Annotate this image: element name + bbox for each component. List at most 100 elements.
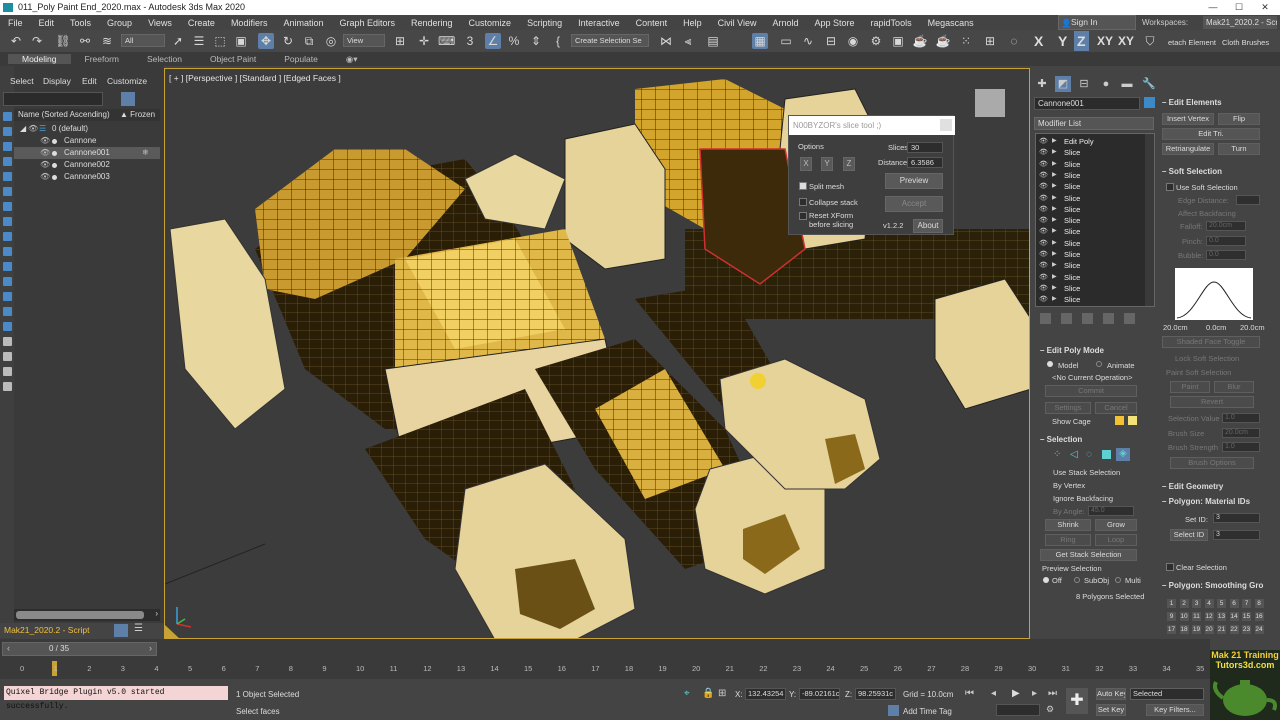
slice-tool-title-bar[interactable]: N00BYZOR's slice tool ;) bbox=[789, 116, 955, 135]
flip-button[interactable]: Flip bbox=[1218, 113, 1260, 125]
cancel-button[interactable]: Cancel bbox=[1095, 402, 1137, 414]
percent-snap-icon[interactable]: % bbox=[506, 33, 522, 49]
smoothing-group-button[interactable]: 6 bbox=[1229, 599, 1239, 608]
use-stack-selection-label[interactable]: Use Stack Selection bbox=[1053, 468, 1120, 477]
menu-graph-editors[interactable]: Graph Editors bbox=[331, 18, 403, 28]
eye-icon[interactable]: 👁 bbox=[40, 171, 50, 183]
ribbon-options-icon[interactable]: ◉▾ bbox=[332, 54, 372, 65]
minimize-icon[interactable]: — bbox=[1200, 0, 1226, 15]
smoothing-group-button[interactable]: 9 bbox=[1167, 612, 1176, 621]
menu-arnold[interactable]: Arnold bbox=[765, 18, 807, 28]
column-frozen-header[interactable]: ▲ Frozen bbox=[120, 109, 155, 121]
expand-arrow-icon[interactable]: ▶ bbox=[1052, 170, 1057, 181]
angle-snap-icon[interactable]: ∠ bbox=[485, 33, 501, 49]
turn-button[interactable]: Turn bbox=[1218, 143, 1260, 155]
accept-button[interactable]: Accept bbox=[885, 196, 943, 212]
add-time-tag[interactable]: Add Time Tag bbox=[903, 707, 952, 716]
tab-modeling[interactable]: Modeling bbox=[8, 54, 71, 64]
undo-icon[interactable]: ↶ bbox=[8, 33, 24, 49]
modifier-stack-item[interactable]: 👁 ▶ Slice bbox=[1036, 249, 1146, 260]
edge-mode-icon[interactable]: ◁ bbox=[1070, 449, 1078, 460]
shrink-button[interactable]: Shrink bbox=[1045, 519, 1091, 531]
explorer-settings-icon[interactable] bbox=[3, 337, 12, 346]
modifier-stack-item[interactable]: 👁 ▶ Edit Poly bbox=[1036, 136, 1146, 147]
set-id-spinner[interactable]: 3 bbox=[1213, 513, 1260, 523]
explorer-shape-icon[interactable] bbox=[3, 217, 12, 226]
border-mode-icon[interactable]: ◌ bbox=[1086, 449, 1092, 460]
shaded-face-toggle-button[interactable]: Shaded Face Toggle bbox=[1162, 336, 1260, 348]
slider-prev-icon[interactable]: ‹ bbox=[7, 643, 10, 653]
brush-size-spinner[interactable]: 20.0cm bbox=[1222, 428, 1260, 438]
key-filters-button[interactable]: Key Filters... bbox=[1146, 704, 1204, 716]
explorer-select-icon[interactable] bbox=[3, 112, 12, 121]
pivot-center-icon[interactable]: ⊞ bbox=[392, 33, 408, 49]
create-selection-set-dropdown[interactable]: Create Selection Se bbox=[571, 34, 649, 47]
menu-animation[interactable]: Animation bbox=[275, 18, 331, 28]
revert-button[interactable]: Revert bbox=[1170, 396, 1254, 408]
smoothing-group-button[interactable]: 14 bbox=[1229, 612, 1239, 621]
select-move-icon[interactable]: ✥ bbox=[258, 33, 274, 49]
explorer-layer-icon[interactable] bbox=[3, 157, 12, 166]
use-soft-selection-checkbox[interactable] bbox=[1166, 183, 1174, 191]
close-dialog-icon[interactable] bbox=[940, 119, 952, 131]
explorer-tab-customize[interactable]: Customize bbox=[107, 76, 147, 86]
material-editor-icon[interactable]: ◉ bbox=[845, 33, 861, 49]
lock-selection-icon[interactable]: 🔒 bbox=[702, 688, 714, 699]
explorer-geometry-icon[interactable] bbox=[3, 247, 12, 256]
explorer-lock-icon[interactable] bbox=[3, 382, 12, 391]
expand-arrow-icon[interactable]: ▶ bbox=[1052, 238, 1057, 249]
edit-poly-mode-rollout[interactable]: Edit Poly Mode bbox=[1040, 346, 1104, 355]
explorer-toggle-icon[interactable] bbox=[114, 624, 128, 637]
collapse-stack-checkbox[interactable] bbox=[799, 198, 807, 206]
distance-spinner[interactable]: 6.3586 bbox=[907, 157, 943, 168]
hierarchy-tab-icon[interactable]: ⊟ bbox=[1076, 76, 1092, 92]
smoothing-group-button[interactable]: 24 bbox=[1254, 625, 1264, 634]
expand-arrow-icon[interactable]: ▶ bbox=[1052, 147, 1057, 158]
play-icon[interactable]: ▶ bbox=[1012, 688, 1020, 699]
slider-next-icon[interactable]: › bbox=[149, 643, 152, 653]
explorer-search-input[interactable] bbox=[3, 92, 103, 106]
modifier-stack-item[interactable]: 👁 ▶ Slice bbox=[1036, 159, 1146, 170]
menu-customize[interactable]: Customize bbox=[461, 18, 520, 28]
animate-radio[interactable] bbox=[1096, 361, 1102, 367]
y-coordinate-field[interactable]: -89.02161c bbox=[799, 688, 840, 700]
close-icon[interactable]: ✕ bbox=[1252, 0, 1278, 15]
unlink-icon[interactable]: ⚯ bbox=[77, 33, 93, 49]
key-selection-dropdown[interactable]: Selected bbox=[1130, 688, 1204, 700]
expand-arrow-icon[interactable]: ▶ bbox=[1052, 272, 1057, 283]
slices-spinner[interactable]: 30 bbox=[907, 142, 943, 153]
explorer-group-icon[interactable] bbox=[3, 262, 12, 271]
absolute-mode-icon[interactable]: ⊞ bbox=[718, 688, 726, 699]
previous-frame-icon[interactable]: ◂ bbox=[991, 688, 996, 699]
modifier-toggle-icon[interactable]: 👁 bbox=[1039, 159, 1048, 170]
edit-tri-button[interactable]: Edit Tri. bbox=[1162, 128, 1260, 140]
explorer-menu-icon[interactable]: ☰ bbox=[134, 623, 143, 634]
select-rotate-icon[interactable]: ↻ bbox=[280, 33, 296, 49]
explorer-camera-icon[interactable] bbox=[3, 172, 12, 181]
explorer-display-icon[interactable] bbox=[3, 127, 12, 136]
reset-xform-checkbox[interactable] bbox=[799, 212, 807, 220]
menu-rendering[interactable]: Rendering bbox=[403, 18, 461, 28]
reference-coordinate-dropdown[interactable]: View bbox=[343, 34, 385, 47]
smoothing-group-button[interactable]: 18 bbox=[1179, 625, 1189, 634]
modifier-stack-item[interactable]: 👁 ▶ Slice bbox=[1036, 215, 1146, 226]
edge-distance-spinner[interactable] bbox=[1236, 195, 1260, 205]
explorer-scrollbar[interactable]: › bbox=[14, 609, 160, 621]
modifier-stack-item[interactable]: 👁 ▶ Slice bbox=[1036, 226, 1146, 237]
menu-tools[interactable]: Tools bbox=[62, 18, 99, 28]
expand-arrow-icon[interactable]: ▶ bbox=[1052, 215, 1057, 226]
modify-tab-icon[interactable]: ◩ bbox=[1055, 76, 1071, 92]
menu-group[interactable]: Group bbox=[99, 18, 140, 28]
bind-space-warp-icon[interactable]: ≋ bbox=[99, 33, 115, 49]
maximize-icon[interactable]: ☐ bbox=[1226, 0, 1252, 15]
column-name-header[interactable]: Name (Sorted Ascending) bbox=[18, 110, 110, 119]
curve-editor-icon[interactable]: ∿ bbox=[800, 33, 816, 49]
select-id-button[interactable]: Select ID bbox=[1170, 529, 1208, 541]
menu-modifiers[interactable]: Modifiers bbox=[223, 18, 276, 28]
select-scale-icon[interactable]: ⧉ bbox=[301, 33, 317, 49]
menu-views[interactable]: Views bbox=[140, 18, 180, 28]
axis-xy-button[interactable]: XY bbox=[1097, 31, 1113, 51]
smoothing-group-button[interactable]: 10 bbox=[1179, 612, 1189, 621]
smoothing-group-button[interactable]: 4 bbox=[1204, 599, 1214, 608]
tab-selection[interactable]: Selection bbox=[133, 54, 196, 64]
